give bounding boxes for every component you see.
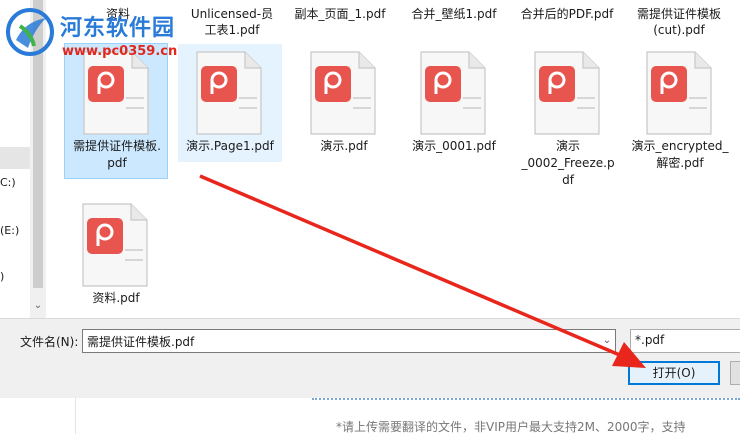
file-item[interactable]: 合并_壁纸1.pdf — [406, 6, 502, 22]
background-sidebar — [0, 398, 76, 434]
file-tile[interactable]: 资料.pdf — [64, 196, 168, 314]
pdf-file-icon — [646, 51, 712, 135]
nav-item-drive-c[interactable]: C:) — [0, 176, 16, 189]
filename-label: 文件名(N): — [20, 335, 79, 349]
file-item[interactable]: 需提供证件模板 (cut).pdf — [624, 6, 734, 38]
chevron-down-icon[interactable]: ⌄ — [598, 329, 616, 353]
dialog-bottom-bar: 文件名(N): 需提供证件模板.pdf ⌄ *.pdf 打开(O) — [0, 318, 740, 398]
file-tile[interactable]: 演示.pdf — [292, 44, 396, 162]
upload-note: *请上传需要翻译的文件，非VIP用户最大支持2M、2000字，支持 — [336, 420, 686, 434]
file-item[interactable]: 副本_页面_1.pdf — [286, 6, 394, 22]
open-button[interactable]: 打开(O) — [628, 361, 720, 385]
pdf-file-icon — [82, 203, 148, 287]
file-name: 演示_encrypted_ 解密.pdf — [631, 139, 729, 170]
file-tile[interactable]: 演示_encrypted_ 解密.pdf — [628, 44, 732, 178]
nav-selected-highlight — [0, 147, 30, 169]
file-name: 演示.Page1.pdf — [186, 139, 274, 153]
scroll-down-icon[interactable]: ⌄ — [30, 298, 46, 314]
file-name: 演示.pdf — [320, 139, 368, 153]
nav-item-drive-e[interactable]: (E:) — [0, 224, 19, 237]
pdf-file-icon — [534, 51, 600, 135]
pdf-file-icon — [196, 51, 262, 135]
watermark-title: 河东软件园 — [60, 16, 176, 41]
file-name: 资料.pdf — [92, 291, 140, 305]
file-name: 演示_0001.pdf — [412, 139, 496, 153]
upload-dropzone-border — [312, 398, 740, 400]
watermark: 河东软件园 www.pc0359.cn — [4, 6, 204, 64]
nav-item-drive[interactable]: ) — [0, 270, 4, 283]
file-name: 需提供证件模板. pdf — [73, 139, 161, 170]
watermark-logo-icon — [6, 8, 54, 56]
pdf-file-icon — [420, 51, 486, 135]
cancel-button[interactable] — [730, 361, 740, 385]
file-tile[interactable]: 演示 _0002_Freeze.p df — [516, 44, 620, 194]
pdf-file-icon — [310, 51, 376, 135]
file-type-select[interactable]: *.pdf — [630, 329, 740, 353]
filename-input[interactable]: 需提供证件模板.pdf — [82, 329, 616, 353]
file-name: 演示 _0002_Freeze.p df — [521, 139, 615, 187]
file-tile[interactable]: 演示_0001.pdf — [402, 44, 506, 162]
file-item[interactable]: 合并后的PDF.pdf — [512, 6, 622, 22]
watermark-url: www.pc0359.cn — [62, 44, 178, 59]
